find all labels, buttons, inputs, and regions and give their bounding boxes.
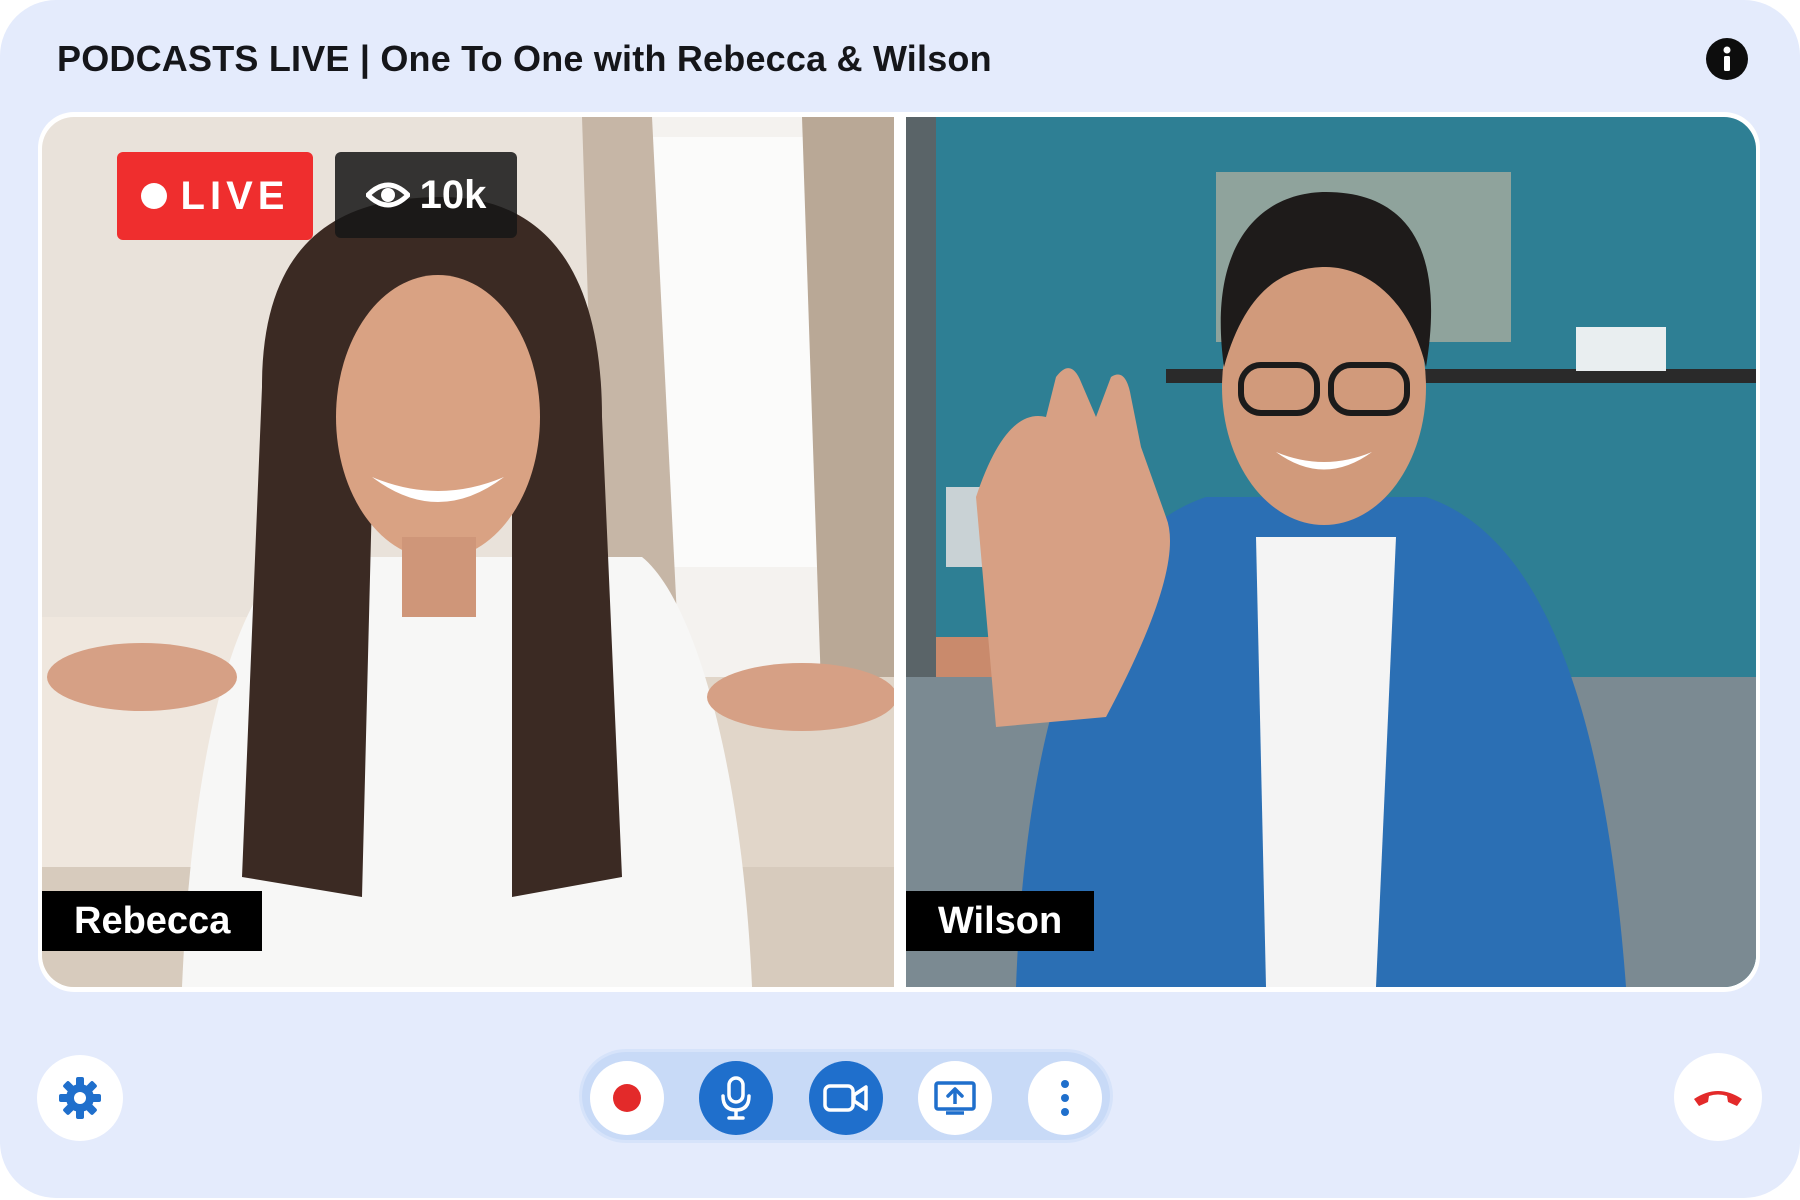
share-screen-button[interactable] (918, 1061, 992, 1135)
participant-video-rebecca (42, 117, 894, 987)
settings-button[interactable] (37, 1055, 123, 1141)
record-button[interactable] (590, 1061, 664, 1135)
participant-name-tag: Wilson (906, 891, 1095, 951)
camera-button[interactable] (809, 1061, 883, 1135)
info-button[interactable] (1706, 38, 1748, 80)
viewer-count: 10k (419, 172, 487, 217)
live-badge: LIVE (117, 152, 313, 240)
video-tile-rebecca[interactable]: LIVE 10k Rebecca (42, 117, 894, 987)
end-call-button[interactable] (1674, 1053, 1762, 1141)
more-vertical-icon (1061, 1080, 1069, 1116)
participant-video-wilson (906, 117, 1756, 987)
end-call-icon (1694, 1091, 1742, 1106)
live-label: LIVE (180, 173, 290, 218)
gear-icon (59, 1077, 101, 1119)
microphone-button[interactable] (699, 1061, 773, 1135)
info-icon (1723, 46, 1731, 71)
video-tile-wilson[interactable]: Wilson (906, 117, 1756, 987)
live-dot-icon (140, 183, 167, 209)
call-controls (582, 1052, 1110, 1140)
page-title: PODCASTS LIVE | One To One with Rebecca … (57, 38, 992, 79)
microphone-icon (721, 1076, 751, 1120)
record-icon (613, 1084, 641, 1112)
eye-icon (365, 182, 410, 208)
participant-name-tag: Rebecca (42, 891, 263, 951)
video-camera-icon (823, 1084, 868, 1112)
share-screen-icon (934, 1081, 976, 1115)
viewer-count-badge: 10k (335, 152, 517, 238)
app-window: PODCASTS LIVE | One To One with Rebecca … (0, 0, 1800, 1198)
more-options-button[interactable] (1028, 1061, 1102, 1135)
video-stage: LIVE 10k Rebecca Wilson (38, 112, 1760, 992)
